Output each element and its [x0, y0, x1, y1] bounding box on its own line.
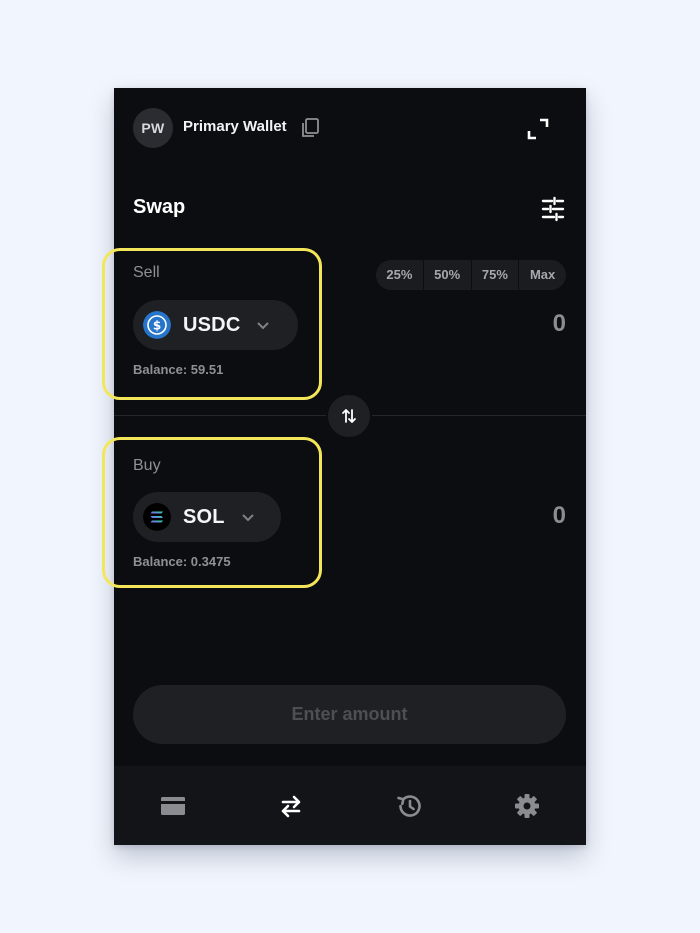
nav-history[interactable] [379, 776, 439, 836]
buy-amount[interactable]: 0 [553, 502, 566, 530]
copy-icon[interactable] [301, 118, 319, 138]
gear-icon [515, 793, 539, 818]
percent-selector: 25% 50% 75% Max [376, 260, 566, 290]
switch-direction-button[interactable] [326, 393, 372, 439]
wallet-icon [161, 796, 185, 815]
pct-25-button[interactable]: 25% [376, 260, 423, 290]
swap-panel: PW Primary Wallet Swap Sell 25% 50% 75% … [102, 88, 586, 845]
buy-highlight [102, 437, 322, 588]
enter-amount-button[interactable]: Enter amount [133, 685, 566, 744]
wallet-name[interactable]: Primary Wallet [183, 118, 287, 135]
sell-amount[interactable]: 0 [553, 310, 566, 338]
swap-icon [281, 795, 301, 817]
max-button[interactable]: Max [518, 260, 566, 290]
sell-highlight [102, 248, 322, 400]
swap-vertical-icon [342, 409, 356, 423]
nav-wallet[interactable] [143, 776, 203, 836]
expand-icon[interactable] [526, 117, 550, 141]
avatar[interactable]: PW [133, 108, 173, 148]
bottom-nav [114, 766, 586, 845]
sliders-icon[interactable] [540, 196, 566, 222]
nav-settings[interactable] [497, 776, 557, 836]
history-icon [397, 794, 421, 817]
pct-75-button[interactable]: 75% [470, 260, 519, 290]
nav-swap[interactable] [261, 776, 321, 836]
pct-50-button[interactable]: 50% [422, 260, 471, 290]
page-title: Swap [133, 196, 186, 218]
